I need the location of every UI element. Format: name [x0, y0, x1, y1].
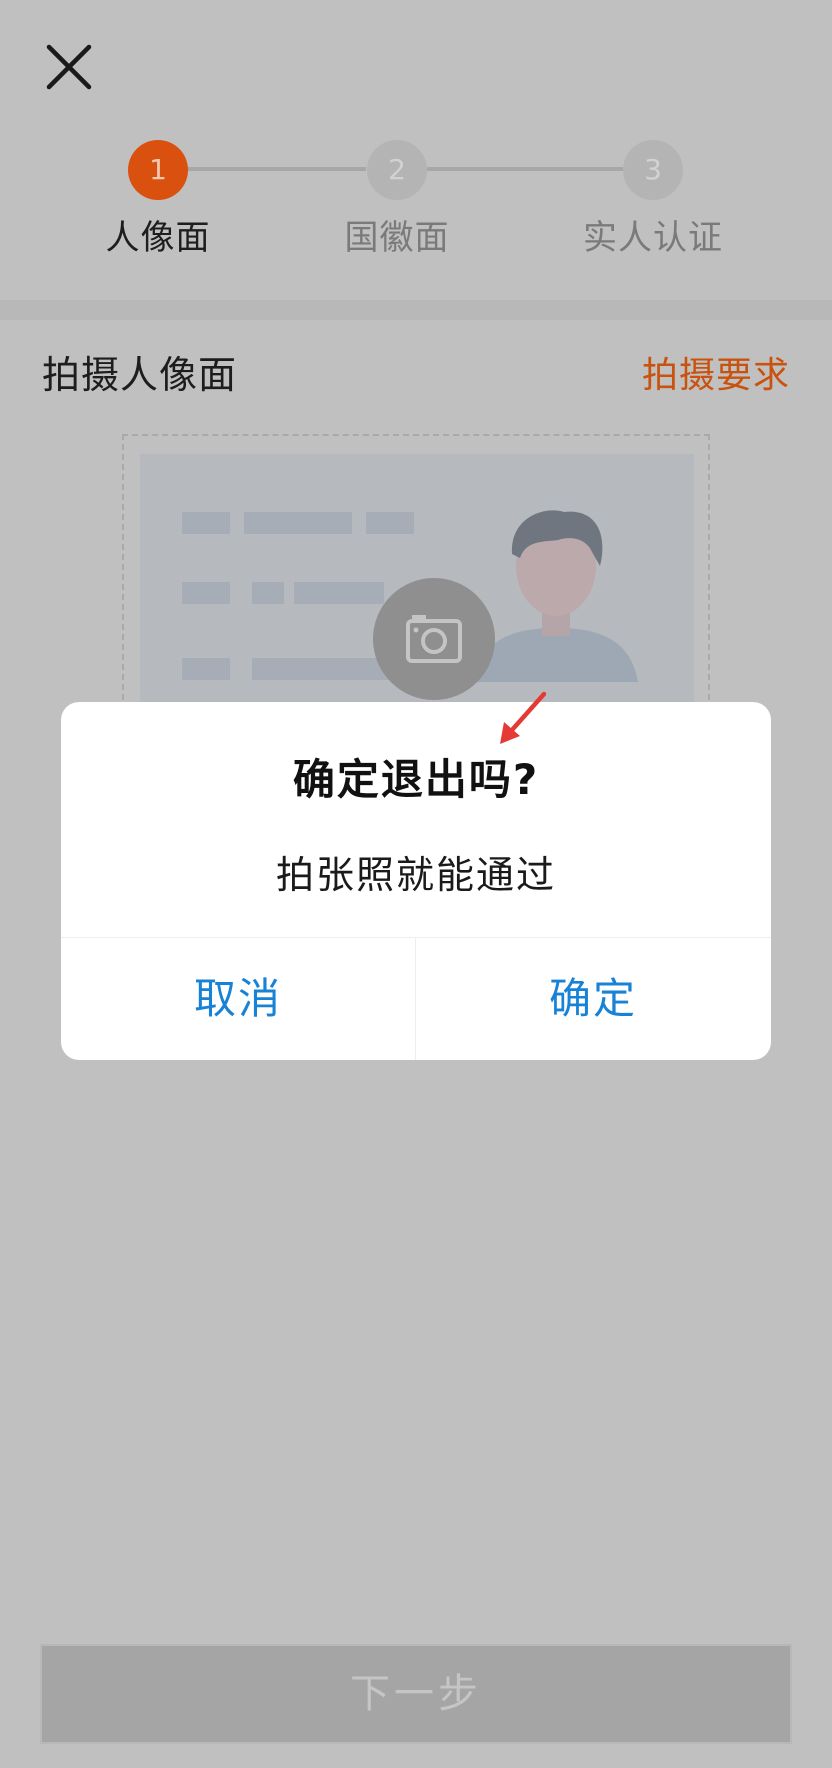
card-text-placeholder [182, 512, 230, 534]
progress-stepper: 1 人像面 2 国徽面 3 实人认证 [0, 140, 832, 260]
camera-button[interactable] [373, 578, 495, 700]
close-button[interactable] [44, 42, 94, 92]
portrait-avatar-icon [474, 510, 638, 682]
dialog-title: 确定退出吗? [292, 755, 540, 804]
annotation-arrow-icon [500, 691, 547, 744]
camera-icon [406, 615, 462, 663]
step-number: 3 [623, 140, 683, 200]
id-card-portrait-illustration [140, 454, 694, 704]
step-liveness: 3 实人认证 [553, 140, 753, 259]
card-text-placeholder [252, 582, 284, 604]
cancel-button[interactable]: 取消 [61, 938, 415, 1060]
card-text-placeholder [182, 658, 230, 680]
id-verification-page: 1 人像面 2 国徽面 3 实人认证 拍摄人像面 拍摄要求 确定退出吗? 拍张照… [0, 0, 832, 1768]
card-text-placeholder [244, 512, 352, 534]
step-label: 实人认证 [583, 218, 723, 258]
section-title: 拍摄人像面 [42, 353, 238, 397]
step-label: 国徽面 [344, 218, 450, 258]
confirm-button[interactable]: 确定 [416, 938, 770, 1060]
card-text-placeholder [366, 512, 414, 534]
card-text-placeholder [294, 582, 384, 604]
step-number: 1 [128, 140, 188, 200]
close-icon [46, 44, 92, 90]
step-emblem: 2 国徽面 [297, 140, 497, 259]
next-step-button[interactable]: 下一步 [40, 1644, 792, 1744]
id-card-upload-area[interactable] [122, 434, 710, 710]
photo-requirements-link[interactable]: 拍摄要求 [642, 346, 790, 398]
step-label: 人像面 [105, 218, 211, 258]
step-portrait: 1 人像面 [58, 140, 258, 259]
dialog-message: 拍张照就能通过 [275, 853, 556, 897]
card-text-placeholder [182, 582, 230, 604]
exit-confirm-dialog: 确定退出吗? 拍张照就能通过 取消 确定 [61, 702, 771, 1060]
section-divider [0, 300, 832, 320]
step-number: 2 [367, 140, 427, 200]
